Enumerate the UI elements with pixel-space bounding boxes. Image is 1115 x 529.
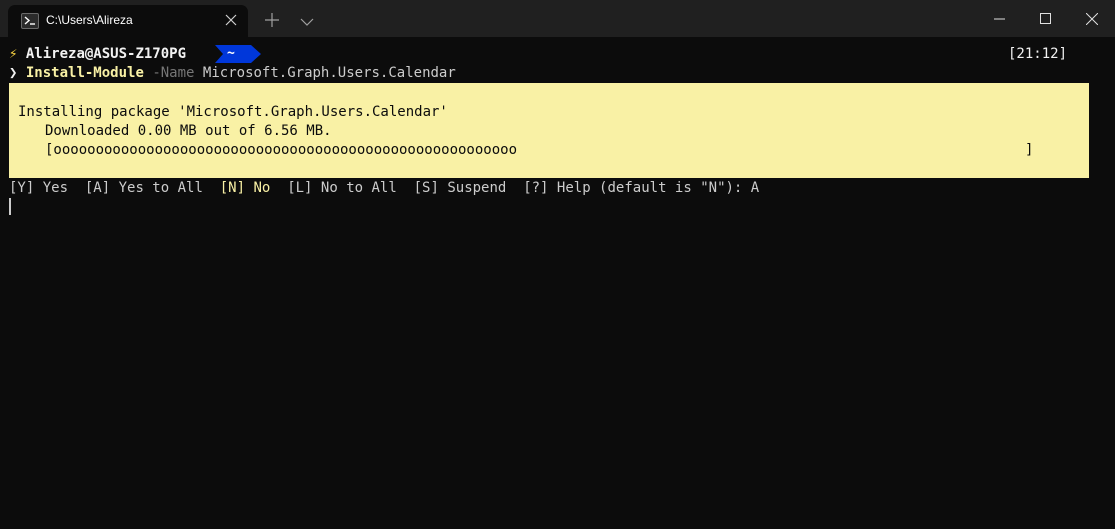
- prompt-line: ⚡ Alireza@ASUS-Z170PG: [9, 45, 186, 64]
- progress-bar-end: ]: [1025, 142, 1034, 158]
- option-yes-all: [A] Yes to All: [84, 180, 203, 196]
- bolt-icon: ⚡: [9, 46, 18, 62]
- path-segment: ~: [215, 45, 261, 63]
- powershell-icon: [21, 13, 39, 29]
- prompt-time: [21:12]: [1008, 46, 1068, 62]
- progress-title: Installing package 'Microsoft.Graph.User…: [18, 104, 448, 120]
- command-param: -Name: [152, 65, 195, 81]
- prompt-user-host: Alireza@ASUS-Z170PG: [25, 46, 187, 62]
- tab-title: C:\Users\Alireza: [46, 13, 133, 27]
- prompt-chevron-icon: ❯: [9, 65, 18, 81]
- terminal-tab[interactable]: C:\Users\Alireza: [8, 5, 248, 37]
- text-cursor[interactable]: [9, 198, 11, 215]
- option-suspend: [S] Suspend: [413, 180, 507, 196]
- minimize-button[interactable]: [976, 0, 1022, 37]
- command-name: Install-Module: [25, 65, 144, 81]
- tab-close-icon[interactable]: [223, 12, 239, 28]
- progress-status: Downloaded 0.00 MB out of 6.56 MB.: [45, 123, 332, 139]
- option-help: [?] Help (default is "N"): A: [523, 180, 760, 196]
- maximize-button[interactable]: [1022, 0, 1068, 37]
- option-no: [N] No: [219, 180, 271, 196]
- command-line: ❯ Install-Module -Name Microsoft.Graph.U…: [9, 64, 456, 83]
- new-tab-plus-icon[interactable]: [264, 12, 280, 28]
- title-bar: C:\Users\Alireza: [0, 0, 1115, 37]
- chevron-down-icon[interactable]: [299, 13, 315, 26]
- path-segment-text: ~: [227, 46, 235, 61]
- close-window-button[interactable]: [1068, 0, 1114, 37]
- progress-panel: Installing package 'Microsoft.Graph.User…: [9, 83, 1089, 178]
- command-value: Microsoft.Graph.Users.Calendar: [202, 65, 456, 81]
- option-no-all: [L] No to All: [287, 180, 397, 196]
- progress-bar: [ooooooooooooooooooooooooooooooooooooooo…: [45, 142, 518, 158]
- option-yes: [Y] Yes: [9, 180, 69, 196]
- confirm-line: [Y] Yes [A] Yes to All [N] No [L] No to …: [9, 179, 759, 198]
